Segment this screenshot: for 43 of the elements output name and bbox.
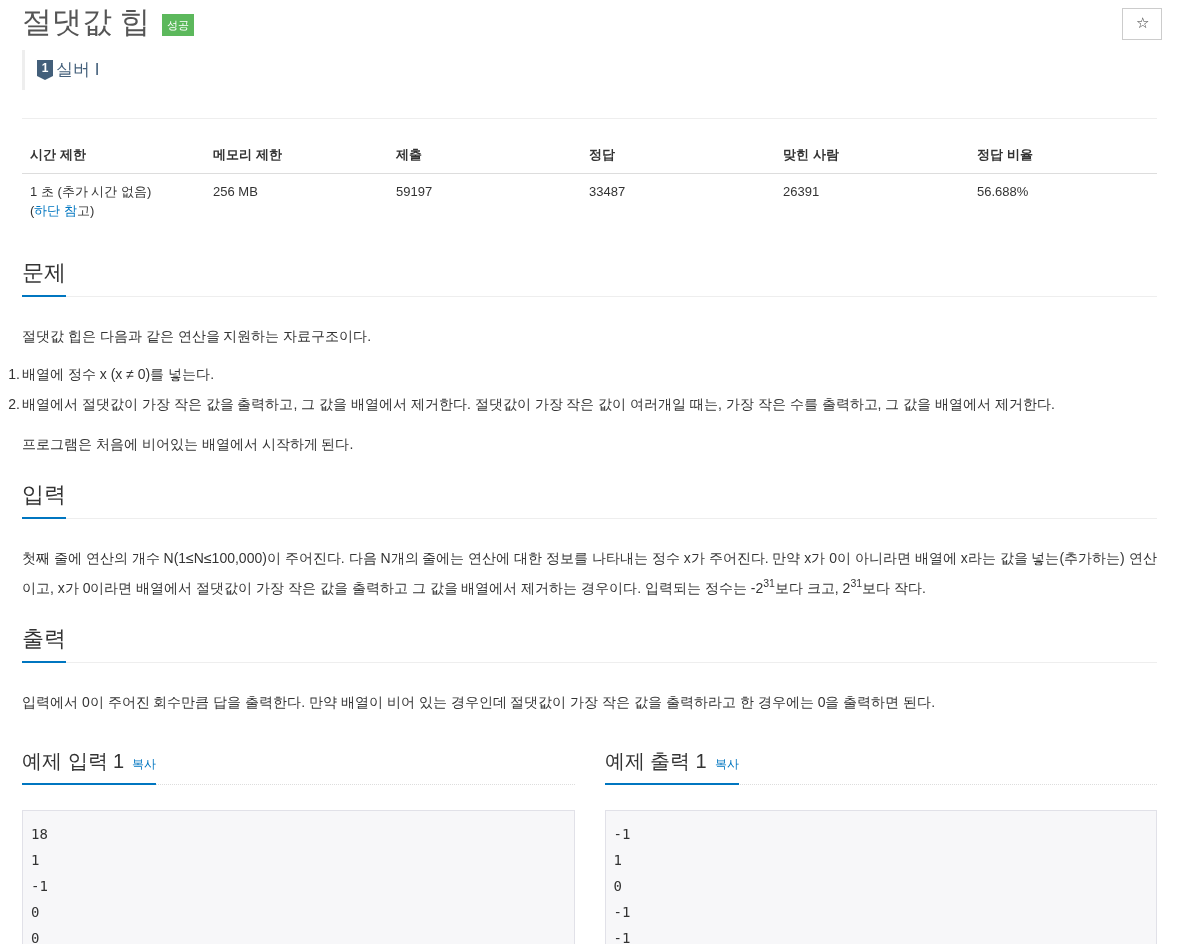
list-number: 2. [7, 394, 21, 414]
table-cell: 59197 [396, 183, 433, 199]
code-line: 0 [613, 876, 623, 896]
sample-heading: 예제 입력 1 [22, 748, 125, 774]
code-line: -1 [613, 824, 632, 844]
section-heading: 문제 [22, 258, 66, 297]
code-line: -1 [613, 928, 632, 944]
section-heading: 출력 [22, 624, 66, 663]
list-number: 1. [7, 364, 21, 384]
table-cell: 33487 [589, 183, 626, 199]
sample-heading: 예제 출력 1 [604, 748, 707, 774]
table-header: 메모리 제한 [205, 145, 388, 173]
table-header: 정답 [581, 145, 775, 173]
copy-link[interactable]: 복사 [714, 754, 739, 773]
table-cell: 256 MB [213, 183, 258, 199]
table-cell: 56.688% [977, 183, 1029, 199]
table-header: 제출 [388, 145, 581, 173]
note-link[interactable]: 하단 참 [34, 203, 77, 218]
code-line: 1 [31, 850, 41, 870]
code-line: 1 [613, 850, 623, 870]
copy-link[interactable]: 복사 [132, 754, 157, 773]
paragraph: 프로그램은 처음에 비어있는 배열에서 시작하게 된다. [22, 434, 355, 454]
table-header: 정답 비율 [969, 145, 1157, 173]
star-button[interactable]: ☆ [1122, 7, 1162, 40]
table-cell: 1 초 (추가 시간 없음) (하단 참고) [30, 183, 152, 218]
tier-badge: 1 [37, 60, 53, 80]
code-line: 0 [31, 902, 41, 922]
paragraph: 첫째 줄에 연산의 개수 N(1≤N≤100,000)이 주어진다. 다음 N개의 줄에는 연산에 대한 정보를 나타내는 정수 x가 주어진다. 만약 x가 0이 아니라면 배열에 x라는 값을 넣는(추가하는) 연산이고, x가 0이라면 배열에서 절댓값이 가장 작은 값을 출력하고 그 값을 배열에서 제거하는 경우이다. 입력되는 정수는 -2$^{31}$보다 크고, 2$^{31}$보다 작다. [22, 548, 1157, 598]
result-badge: 성공 [162, 13, 195, 37]
paragraph: 입력에서 0이 주어진 회수만큼 답을 출력한다. 만약 배열이 비어 있는 경우인데 절댓값이 가장 작은 값을 출력하라고 한 경우에는 0을 출력하면 된다. [22, 692, 937, 712]
table-cell: 26391 [783, 183, 820, 199]
code-line: -1 [613, 902, 632, 922]
problem-title: 절댓값 힙 [22, 4, 151, 40]
code-line: 0 [31, 928, 41, 944]
list-item-text: 배열에서 절댓값이 가장 작은 값을 출력하고, 그 값을 배열에서 제거한다. 절댓값이 가장 작은 값이 여러개일 때는, 가장 작은 수를 출력하고, 그 값을 배열에서 제거한다. [22, 394, 1055, 414]
table-header: 맞힌 사람 [775, 145, 969, 173]
paragraph: 절댓값 힙은 다음과 같은 연산을 지원하는 자료구조이다. [22, 326, 373, 346]
section-heading: 입력 [22, 480, 66, 519]
table-header: 시간 제한 [22, 145, 205, 173]
code-line: 18 [31, 824, 49, 844]
code-line: -1 [31, 876, 49, 896]
list-item-text: 배열에 정수 x (x ≠ 0)를 넣는다. [22, 364, 215, 384]
tier-label: 실버 I [56, 59, 100, 82]
